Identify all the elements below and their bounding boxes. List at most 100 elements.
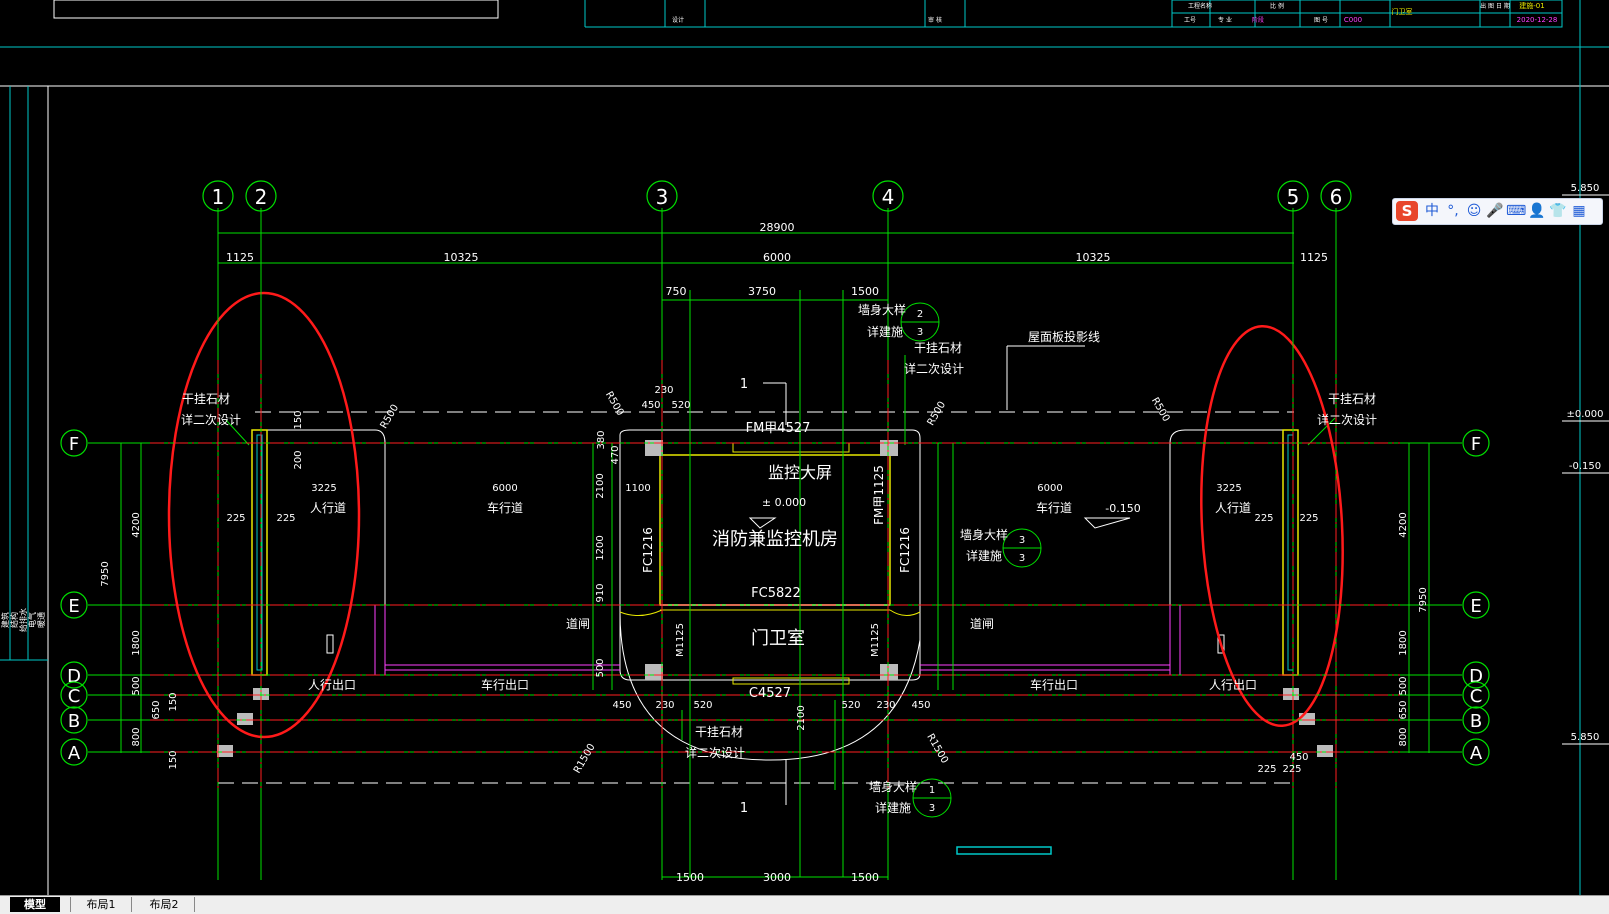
axis-label-left-D: D — [67, 666, 81, 687]
axis-label-4: 4 — [882, 185, 895, 209]
cad-text: 建施-01 — [1519, 1, 1544, 10]
cad-text: 详建施 — [966, 548, 1002, 563]
window-label: FC1216 — [641, 527, 655, 573]
cad-text: 比 例 — [1270, 2, 1284, 10]
cad-text: -0.150 — [1105, 502, 1140, 515]
cad-text: 道闸 — [970, 617, 994, 631]
axis-label-5: 5 — [1287, 185, 1300, 209]
detail-reference-number: 3 — [917, 327, 923, 338]
screen-label: 监控大屏 — [768, 463, 832, 482]
radius-label: R500 — [379, 403, 402, 431]
ime-user-icon[interactable]: 👤 — [1527, 201, 1547, 221]
dimension-text: 380 — [596, 430, 607, 449]
dimension-text: 225 — [226, 513, 245, 524]
cad-text: 车行出口 — [1030, 677, 1078, 692]
detail-reference-number: 1 — [929, 785, 935, 796]
cad-text: 出 图 日 期 — [1480, 2, 1510, 10]
cad-text: 工程名称 — [1188, 2, 1212, 10]
ime-emoji-icon[interactable]: ☺ — [1464, 201, 1484, 221]
dimension-text: 225 — [1299, 513, 1318, 524]
sogou-logo-icon[interactable]: S — [1396, 201, 1418, 221]
cad-text: 设计 — [672, 16, 684, 24]
ime-keyboard-icon[interactable]: ⌨ — [1506, 201, 1526, 221]
axis-label-right-F: F — [1471, 434, 1481, 455]
dimension-text: 450 — [1289, 752, 1308, 763]
dimension-text: 225 — [1257, 764, 1276, 775]
ime-toolbar[interactable]: S 中 °, ☺ 🎤 ⌨ 👤 👕 ▦ — [1392, 198, 1603, 225]
dimension-text: 520 — [671, 400, 690, 411]
cad-text: 车行出口 — [481, 677, 529, 692]
ime-language-icon[interactable]: 中 — [1422, 201, 1442, 221]
dimension-text: 4200 — [131, 512, 142, 537]
cad-text: C000 — [1344, 16, 1362, 24]
tab-model[interactable]: 模型 — [10, 897, 60, 912]
left-strip-label: 给排水 — [18, 608, 28, 632]
cad-text: 详二次设计 — [181, 412, 241, 427]
cad-text: 人行道 — [310, 501, 346, 515]
cad-text: 干挂石材 — [914, 341, 962, 355]
axis-label-left-F: F — [69, 434, 79, 455]
dimension-text: 450 — [641, 400, 660, 411]
axis-label-left-B: B — [68, 711, 80, 732]
axis-label-2: 2 — [255, 185, 268, 209]
cad-text: 人行出口 — [308, 678, 356, 692]
door-label: FM甲4527 — [746, 421, 811, 436]
dimension-text: 1500 — [851, 285, 879, 298]
cad-text: 干挂石材 — [182, 392, 230, 406]
dimension-text: 230 — [876, 700, 895, 711]
dimension-text: 2100 — [595, 473, 606, 498]
room-name-guard: 门卫室 — [751, 628, 805, 649]
cad-text: 人行出口 — [1209, 678, 1257, 692]
radius-label: R1500 — [572, 742, 598, 776]
tab-layout2[interactable]: 布局2 — [134, 897, 195, 912]
dimension-text: 470 — [610, 445, 621, 464]
cad-text: 车行道 — [1036, 500, 1072, 515]
left-strip-label: 电气 — [27, 612, 37, 628]
elevation-mark: ±0.000 — [1566, 409, 1603, 420]
axis-label-right-E: E — [1470, 596, 1481, 617]
ime-voice-icon[interactable]: 🎤 — [1485, 201, 1505, 221]
dimension-text: 1125 — [226, 251, 254, 264]
dimension-text: 6000 — [763, 251, 791, 264]
dimension-text: 225 — [1282, 764, 1301, 775]
tab-layout1[interactable]: 布局1 — [70, 897, 132, 912]
dimension-text: 3000 — [763, 871, 791, 884]
cad-drawing-canvas[interactable]: 1 2 3 4 5 6F FE ED DC CB BA A233313 工程名称专 业比 例图 号出 … — [0, 0, 1609, 895]
dimension-text: 520 — [693, 700, 712, 711]
door-label: M1125 — [675, 623, 686, 657]
cad-text: 图 号 — [1314, 17, 1328, 24]
dimension-text: 7950 — [1418, 587, 1429, 612]
dimension-text: 450 — [612, 700, 631, 711]
cad-text: 审 核 — [928, 16, 942, 24]
dimension-text: 2100 — [796, 705, 807, 730]
level-label: ± 0.000 — [762, 496, 806, 509]
cad-text: 详二次设计 — [904, 361, 964, 376]
dimension-text: 1125 — [1300, 251, 1328, 264]
cad-text: 干挂石材 — [695, 725, 743, 739]
axis-label-3: 3 — [656, 185, 669, 209]
dimension-text: 225 — [276, 513, 295, 524]
cad-text: 工号 — [1184, 17, 1196, 24]
ime-punctuation-icon[interactable]: °, — [1443, 201, 1463, 221]
cad-text: 详二次设计 — [685, 745, 745, 760]
dimension-text: 650 — [1398, 700, 1409, 719]
radius-label: R500 — [1149, 396, 1172, 424]
cad-text: 人行道 — [1215, 501, 1251, 515]
axis-label-left-C: C — [68, 686, 81, 707]
dimension-text: 1800 — [1398, 630, 1409, 655]
dimension-text: 520 — [841, 700, 860, 711]
left-strip-label: 建筑 — [0, 612, 10, 628]
dimension-text: 10325 — [1076, 251, 1111, 264]
axis-label-left-A: A — [68, 743, 81, 764]
dimension-text: 500 — [131, 676, 142, 695]
cad-text: 墙身大样 — [869, 779, 917, 794]
detail-reference-number: 3 — [1019, 535, 1025, 546]
window-label: C4527 — [749, 686, 791, 701]
ime-skin-icon[interactable]: 👕 — [1548, 201, 1568, 221]
ime-toolbox-icon[interactable]: ▦ — [1569, 201, 1589, 221]
window-label: FC1216 — [898, 527, 912, 573]
dimension-text: 6000 — [492, 483, 517, 494]
axis-label-6: 6 — [1330, 185, 1343, 209]
cad-text: 车行道 — [487, 500, 523, 515]
radius-label: R500 — [926, 400, 949, 428]
